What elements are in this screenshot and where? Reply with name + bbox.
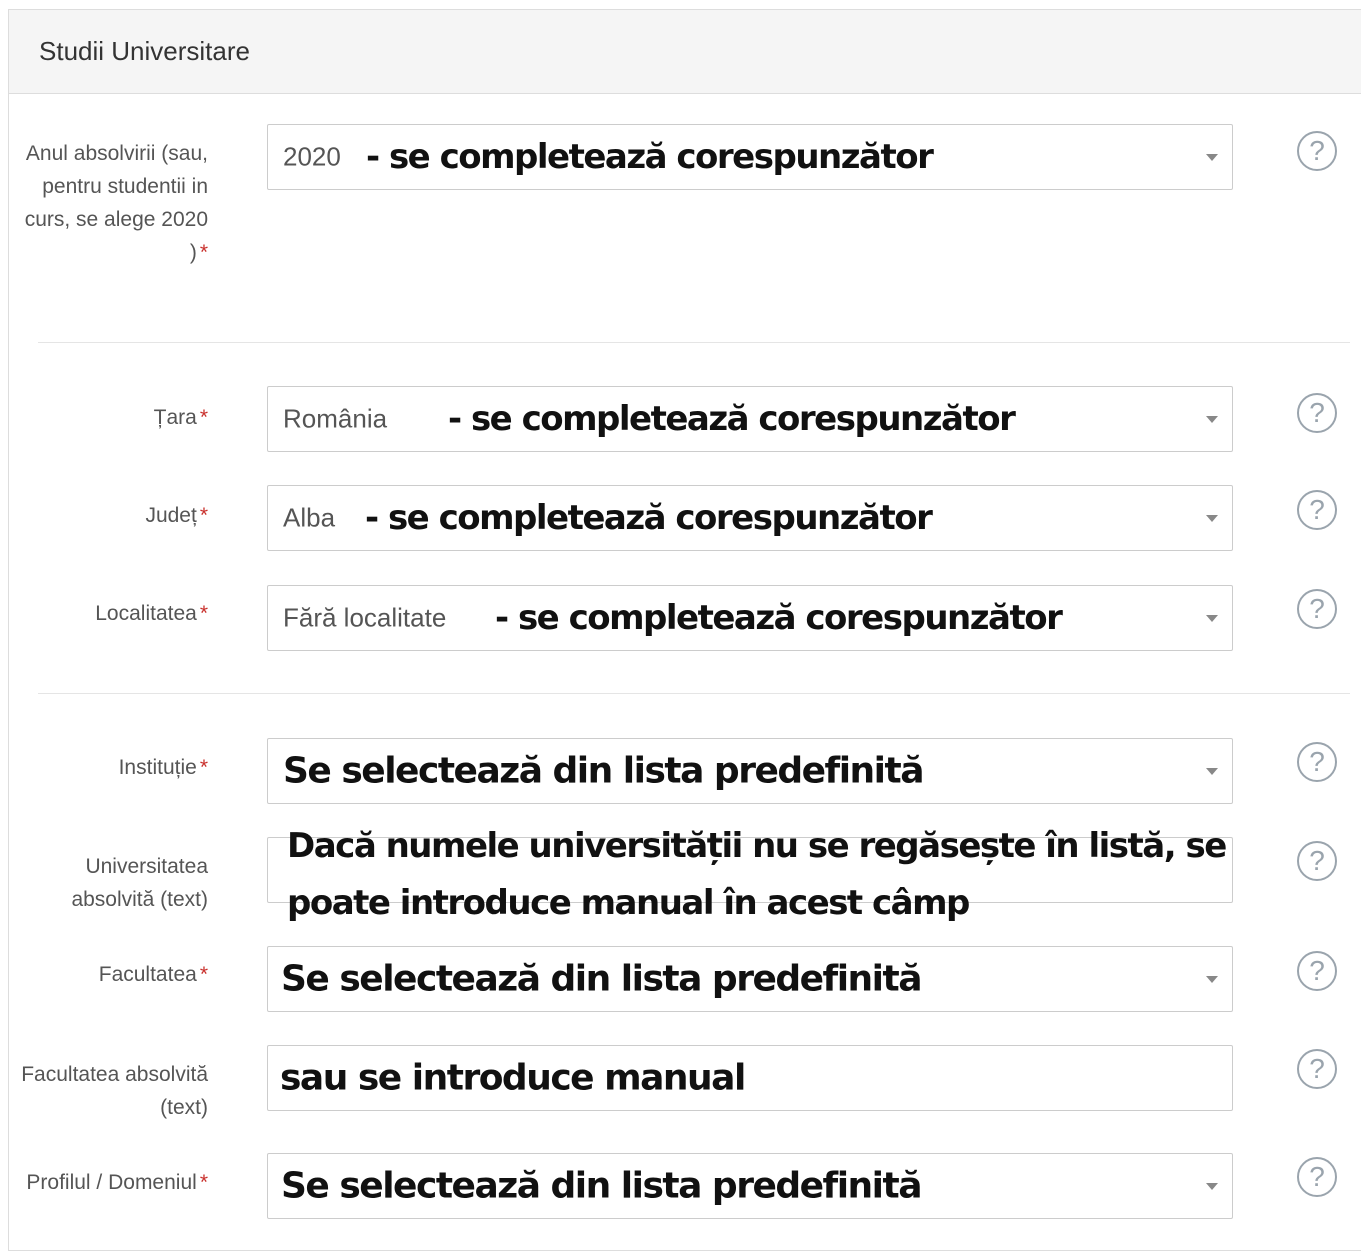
help-icon[interactable]: ? (1297, 951, 1337, 991)
facultatea-label: Facultatea * (8, 958, 208, 991)
chevron-down-icon (1206, 615, 1218, 622)
chevron-down-icon (1206, 768, 1218, 775)
help-icon[interactable]: ? (1297, 131, 1337, 171)
judet-value: Alba (283, 502, 336, 533)
institutie-label-text: Instituție (118, 756, 197, 779)
judet-label: Județ * (8, 499, 208, 532)
facultatea-select[interactable]: Se selectează din lista predefinită (267, 946, 1233, 1012)
universitatea-absolvita-note: Dacă numele universității nu se regăseșt… (287, 818, 1227, 932)
required-asterisk: * (199, 756, 208, 779)
facultatea-label-text: Facultatea (98, 963, 197, 986)
required-asterisk: * (199, 963, 208, 986)
universitatea-note-line-2: poate introduce manual în acest câmp (287, 883, 970, 923)
divider (38, 342, 1350, 343)
facultatea-note: Se selectează din lista predefinită (281, 958, 923, 1000)
help-icon[interactable]: ? (1297, 490, 1337, 530)
help-icon[interactable]: ? (1297, 841, 1337, 881)
universitatea-absolvita-label: Universitatea absolvită (text) (71, 855, 208, 911)
profilul-domeniul-label-text: Profilul / Domeniul (26, 1171, 197, 1194)
chevron-down-icon (1206, 976, 1218, 983)
profilul-domeniul-note: Se selectează din lista predefinită (281, 1165, 923, 1207)
localitatea-select[interactable]: Fără localitate - se completează corespu… (267, 585, 1233, 651)
help-icon[interactable]: ? (1297, 1157, 1337, 1197)
institutie-label: Instituție * (8, 751, 208, 784)
required-asterisk: * (199, 504, 208, 527)
chevron-down-icon (1206, 1183, 1218, 1190)
facultatea-absolvita-label: Facultatea absolvită (text) (21, 1063, 208, 1119)
judet-label-text: Județ (145, 504, 197, 527)
chevron-down-icon (1206, 416, 1218, 423)
institutie-note: Se selectează din lista predefinită (283, 750, 925, 792)
facultatea-absolvita-input[interactable]: sau se introduce manual (267, 1045, 1233, 1111)
help-icon[interactable]: ? (1297, 1049, 1337, 1089)
help-icon[interactable]: ? (1297, 393, 1337, 433)
panel-title: Studii Universitare (39, 36, 250, 66)
divider (38, 693, 1350, 694)
required-asterisk: * (199, 406, 208, 429)
localitatea-value: Fără localitate (283, 602, 447, 633)
universitatea-note-line-1: Dacă numele universității nu se regăseșt… (287, 826, 1227, 866)
profilul-domeniul-label: Profilul / Domeniul * (8, 1166, 208, 1199)
tara-select[interactable]: România - se completează corespunzător (267, 386, 1233, 452)
required-asterisk: * (199, 1171, 208, 1194)
tara-note: - se completează corespunzător (448, 399, 1016, 439)
localitatea-note: - se completează corespunzător (495, 598, 1063, 638)
required-asterisk: * (199, 602, 208, 625)
profilul-domeniul-select[interactable]: Se selectează din lista predefinită (267, 1153, 1233, 1219)
help-icon[interactable]: ? (1297, 742, 1337, 782)
panel-heading: Studii Universitare (9, 10, 1361, 94)
institutie-select[interactable]: Se selectează din lista predefinită (267, 738, 1233, 804)
localitatea-label-text: Localitatea (95, 602, 197, 625)
judet-select[interactable]: Alba - se completează corespunzător (267, 485, 1233, 551)
tara-value: România (283, 403, 388, 434)
anul-absolvirii-label: Anul absolvirii (sau, pentru studentii i… (8, 137, 208, 269)
judet-note: - se completează corespunzător (365, 498, 933, 538)
localitatea-label: Localitatea * (8, 597, 208, 630)
facultatea-absolvita-note: sau se introduce manual (280, 1057, 746, 1099)
tara-label-text: Țara (153, 406, 197, 429)
anul-absolvirii-select[interactable]: 2020 - se completează corespunzător (267, 124, 1233, 190)
chevron-down-icon (1206, 515, 1218, 522)
help-icon[interactable]: ? (1297, 589, 1337, 629)
chevron-down-icon (1206, 154, 1218, 161)
anul-absolvirii-value: 2020 (283, 141, 341, 172)
anul-absolvirii-label-text: Anul absolvirii (sau, pentru studentii i… (24, 142, 208, 264)
required-asterisk: * (199, 241, 208, 264)
anul-absolvirii-note: - se completează corespunzător (366, 137, 934, 177)
tara-label: Țara * (8, 401, 208, 434)
